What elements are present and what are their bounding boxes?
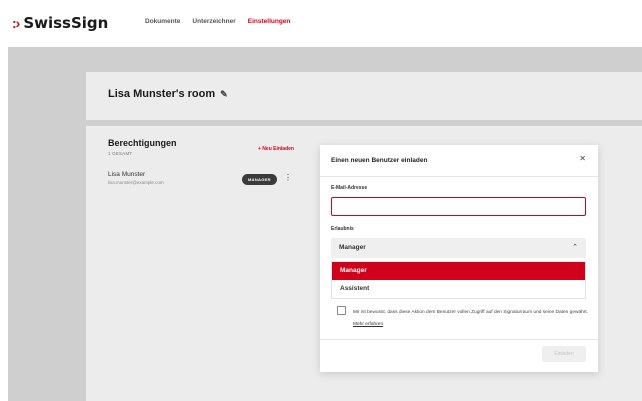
option-assistent[interactable]: Assistent: [332, 280, 585, 298]
consent-text: Mir ist bewusst, dass diese Aktion dem B…: [353, 307, 589, 331]
consent-checkbox[interactable]: [337, 306, 346, 315]
permissions-title: Berechtigungen: [108, 138, 177, 148]
modal-header-divider: [320, 176, 598, 177]
logo-text: SwissSign: [23, 14, 109, 32]
learn-more-link[interactable]: Mehr erfahren: [353, 322, 383, 327]
room-title-text: Lisa Munster's room: [108, 88, 216, 100]
modal-footer-divider: [320, 339, 598, 340]
nav-item-dokumente[interactable]: Dokumente: [145, 18, 180, 25]
chevron-up-icon: ⌃: [572, 244, 578, 251]
main-nav: Dokumente Unterzeichner Einstellungen: [145, 18, 290, 25]
modal-title: Einen neuen Benutzer einladen: [331, 157, 428, 164]
more-options-icon[interactable]: ⋮: [284, 173, 292, 182]
user-list-item: Lisa Munster lisa.munster@example.com MA…: [108, 171, 298, 193]
option-manager[interactable]: Manager: [332, 262, 585, 280]
close-icon[interactable]: ✕: [579, 154, 586, 163]
pencil-icon[interactable]: ✎: [220, 89, 228, 100]
top-navbar: :› SwissSign Dokumente Unterzeichner Ein…: [0, 0, 642, 47]
permission-label: Erlaubnis: [331, 226, 354, 232]
nav-item-einstellungen[interactable]: Einstellungen: [248, 18, 291, 25]
role-badge: MANAGER: [242, 174, 277, 185]
invite-submit-button[interactable]: Einladen: [542, 346, 586, 362]
permissions-count: 1 GESAMT: [108, 151, 133, 156]
page-title: Lisa Munster's room ✎: [108, 88, 228, 100]
email-label: E-Mail-Adresse: [331, 185, 368, 191]
permission-select-value: Manager: [339, 244, 366, 251]
consent-statement: Mir ist bewusst, dass diese Aktion dem B…: [353, 310, 589, 315]
permission-dropdown: Manager Assistent: [331, 261, 586, 299]
invite-user-modal: Einen neuen Benutzer einladen ✕ E-Mail-A…: [320, 145, 598, 372]
permission-select[interactable]: Manager ⌃: [331, 238, 586, 258]
swisssign-logo[interactable]: :› SwissSign: [12, 14, 108, 32]
email-input[interactable]: [331, 197, 586, 216]
logo-mark-icon: :›: [12, 15, 20, 31]
invite-new-link[interactable]: + Neu Einladen: [258, 146, 294, 152]
room-header-card: Lisa Munster's room ✎: [86, 72, 642, 120]
nav-item-unterzeichner[interactable]: Unterzeichner: [192, 18, 235, 25]
